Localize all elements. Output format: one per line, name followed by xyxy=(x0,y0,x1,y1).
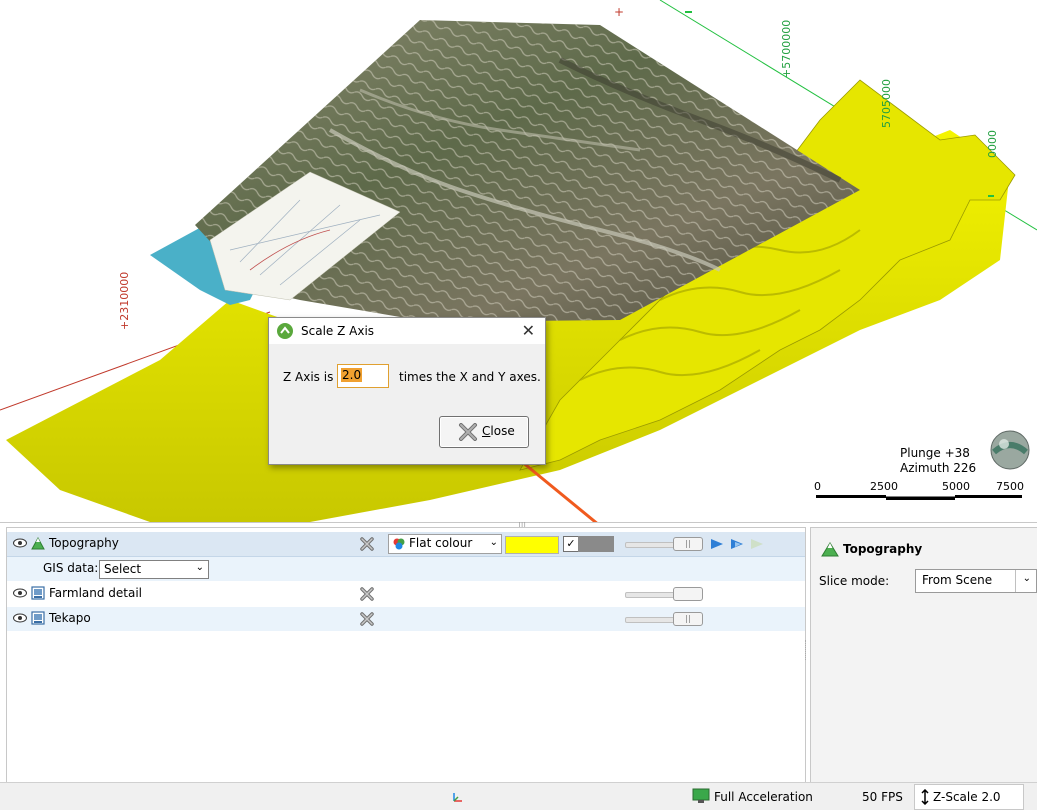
slice-mode-icons[interactable] xyxy=(709,537,769,551)
remove-icon[interactable] xyxy=(359,611,375,627)
slice-mode-value: From Scene xyxy=(922,573,993,587)
axes-icon xyxy=(453,793,462,802)
colour-palette-icon xyxy=(393,538,405,550)
display-mode-value: Flat colour xyxy=(409,536,473,550)
opacity-slider-thumb[interactable]: || xyxy=(673,612,703,626)
slice-mode-dropdown[interactable]: From Scene ⌄ xyxy=(915,569,1037,593)
image-layer-icon xyxy=(31,611,45,625)
image-layer-icon xyxy=(31,586,45,600)
plunge-readout: Plunge +38 xyxy=(900,446,970,460)
monitor-icon xyxy=(692,788,710,803)
display-mode-dropdown[interactable]: Flat colour ⌄ xyxy=(388,534,502,554)
gis-data-dropdown[interactable]: Select ⌄ xyxy=(99,560,209,579)
scalebar-tick-3: 7500 xyxy=(996,480,1024,493)
topography-row[interactable]: Topography Flat colour ⌄ ✓ || xyxy=(7,532,805,557)
scalebar-seg3 xyxy=(955,495,1022,498)
scalebar-tick-0: 0 xyxy=(814,480,821,493)
gis-data-label: GIS data: xyxy=(43,561,99,575)
dialog-close-icon[interactable]: ✕ xyxy=(522,321,535,340)
axis-label-x1: +5700000 xyxy=(780,20,793,78)
acceleration-status: Full Acceleration xyxy=(714,790,813,804)
transparency-checkbox[interactable]: ✓ xyxy=(563,536,579,552)
azimuth-readout: Azimuth 226 xyxy=(900,461,977,475)
z-axis-label: Z Axis is xyxy=(283,370,334,384)
z-scale-button[interactable]: Z-Scale 2.0 xyxy=(914,784,1024,810)
remove-icon[interactable] xyxy=(359,536,375,552)
chevron-down-icon: ⌄ xyxy=(1022,573,1031,584)
gis-data-row: GIS data: Select ⌄ xyxy=(7,557,805,581)
chevron-down-icon: ⌄ xyxy=(195,562,204,573)
fps-readout: 50 FPS xyxy=(862,790,903,804)
opacity-bar xyxy=(578,536,614,552)
list-item[interactable]: Tekapo || xyxy=(7,607,805,631)
slice-icon-1 xyxy=(711,539,723,549)
layer-label: Farmland detail xyxy=(49,586,143,600)
orientation-ball-icon[interactable] xyxy=(990,430,1030,470)
z-scale-label: Z-Scale 2.0 xyxy=(933,790,1001,804)
visibility-eye-icon[interactable] xyxy=(13,588,27,598)
visibility-eye-icon[interactable] xyxy=(13,538,27,548)
close-button-label: Close xyxy=(482,424,515,438)
chevron-down-icon: ⌄ xyxy=(489,537,498,548)
topography-icon xyxy=(821,542,839,557)
scalebar-seg1 xyxy=(816,495,886,498)
topography-label: Topography xyxy=(49,536,119,550)
close-x-icon xyxy=(459,423,477,441)
topography-icon xyxy=(31,536,45,550)
z-scale-value: 2.0 xyxy=(341,368,363,382)
properties-title: Topography xyxy=(843,542,923,556)
slice-mode-label: Slice mode: xyxy=(819,574,890,588)
scalebar-tick-2: 5000 xyxy=(942,480,970,493)
list-item[interactable]: Farmland detail xyxy=(7,582,805,606)
z-scale-input[interactable]: 2.0 xyxy=(337,364,389,388)
opacity-slider-thumb[interactable]: || xyxy=(673,537,703,551)
z-scale-icon xyxy=(921,789,929,805)
axis-plus-mark: + xyxy=(614,5,624,19)
remove-icon[interactable] xyxy=(359,586,375,602)
layer-label: Tekapo xyxy=(49,611,91,625)
axis-label-x3: 0000 xyxy=(986,130,999,158)
dialog-titlebar[interactable]: Scale Z Axis ✕ xyxy=(269,318,545,344)
properties-panel: Topography Slice mode: From Scene ⌄ xyxy=(810,527,1037,784)
scale-z-axis-dialog: Scale Z Axis ✕ Z Axis is 2.0 times the X… xyxy=(268,317,546,465)
scalebar-tick-1: 2500 xyxy=(870,480,898,493)
axis-label-y: +2310000 xyxy=(118,272,131,330)
shown-objects-list: Topography Flat colour ⌄ ✓ || GIS data: … xyxy=(6,527,806,784)
axis-label-x2: 5705000 xyxy=(880,79,893,128)
app-logo-icon xyxy=(277,323,293,339)
status-bar: Full Acceleration 50 FPS Z-Scale 2.0 xyxy=(0,782,1037,810)
dialog-title: Scale Z Axis xyxy=(301,324,375,338)
close-button[interactable]: Close xyxy=(439,416,529,448)
opacity-slider-thumb[interactable] xyxy=(673,587,703,601)
gis-data-value: Select xyxy=(104,562,142,576)
scalebar-seg2 xyxy=(886,497,955,500)
colour-swatch[interactable] xyxy=(505,536,559,554)
visibility-eye-icon[interactable] xyxy=(13,613,27,623)
z-axis-suffix: times the X and Y axes. xyxy=(399,370,541,384)
